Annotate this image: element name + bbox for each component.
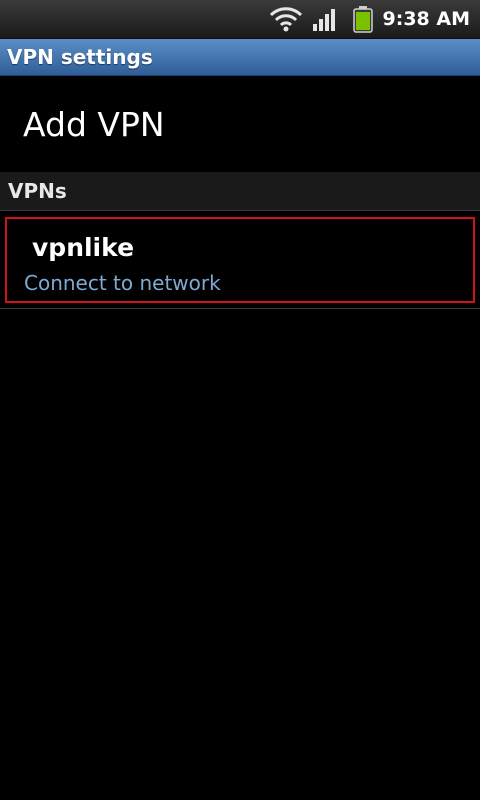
signal-icon (313, 9, 335, 31)
add-vpn-label: Add VPN (23, 105, 165, 144)
page-title: VPN settings (7, 45, 153, 69)
list-divider (0, 308, 480, 309)
wifi-icon (269, 7, 303, 32)
status-clock: 9:38 AM (382, 8, 471, 30)
vpn-name: vpnlike (32, 233, 135, 262)
add-vpn-button[interactable]: Add VPN (0, 76, 480, 172)
status-bar: 9:38 AM (0, 0, 480, 39)
vpns-section-label: VPNs (8, 179, 67, 203)
battery-icon (353, 6, 373, 33)
title-bar: VPN settings (0, 39, 480, 76)
screen: 9:38 AM VPN settings Add VPN VPNs vpnlik… (0, 0, 480, 800)
vpn-status: Connect to network (24, 271, 221, 295)
vpns-section-header: VPNs (0, 172, 480, 211)
vpn-list-item[interactable]: vpnlike Connect to network (5, 217, 475, 303)
